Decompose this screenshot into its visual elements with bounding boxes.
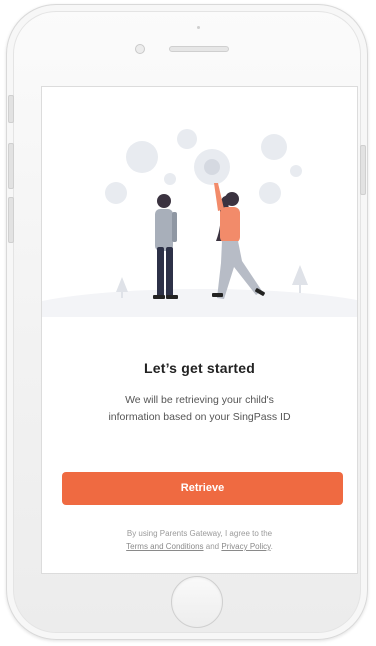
tree: [292, 265, 308, 285]
hero-illustration: [42, 87, 357, 317]
phone-frame: Let’s get started We will be retrieving …: [6, 4, 368, 640]
consent-end: .: [270, 542, 273, 551]
bubble: [259, 182, 281, 204]
page-description: We will be retrieving your child's infor…: [72, 392, 327, 426]
bubble: [177, 129, 197, 149]
consent-prefix: By using Parents Gateway, I agree to the: [126, 529, 273, 538]
bubble: [164, 173, 176, 185]
terms-link[interactable]: Terms and Conditions: [126, 542, 203, 551]
woman-figure: [212, 183, 265, 299]
mute-switch: [8, 95, 14, 123]
description-line: information based on your SingPass ID: [108, 411, 291, 423]
volume-up-button: [8, 143, 14, 189]
people-reaching-bubbles-icon: [42, 129, 357, 317]
home-button[interactable]: [171, 576, 223, 628]
description-line: We will be retrieving your child's: [125, 394, 274, 406]
earpiece-speaker: [169, 46, 229, 52]
front-camera: [135, 44, 145, 54]
tree: [116, 277, 128, 292]
bubble-core: [204, 159, 220, 175]
retrieve-button[interactable]: Retrieve: [62, 472, 343, 505]
bubble: [126, 141, 158, 173]
consent-and: and: [205, 542, 220, 551]
ground-shape: [42, 289, 357, 317]
power-button: [360, 145, 366, 195]
consent-links: Terms and Conditions and Privacy Policy.: [72, 540, 327, 553]
bubble: [105, 182, 127, 204]
privacy-link[interactable]: Privacy Policy: [221, 542, 270, 551]
app-screen: Let’s get started We will be retrieving …: [41, 86, 358, 574]
bubble: [290, 165, 302, 177]
consent-text: By using Parents Gateway, I agree to the…: [72, 527, 327, 553]
man-figure: [153, 194, 178, 299]
bubble: [261, 134, 287, 160]
volume-down-button: [8, 197, 14, 243]
page-title: Let’s get started: [143, 360, 256, 376]
proximity-sensor: [197, 26, 200, 29]
